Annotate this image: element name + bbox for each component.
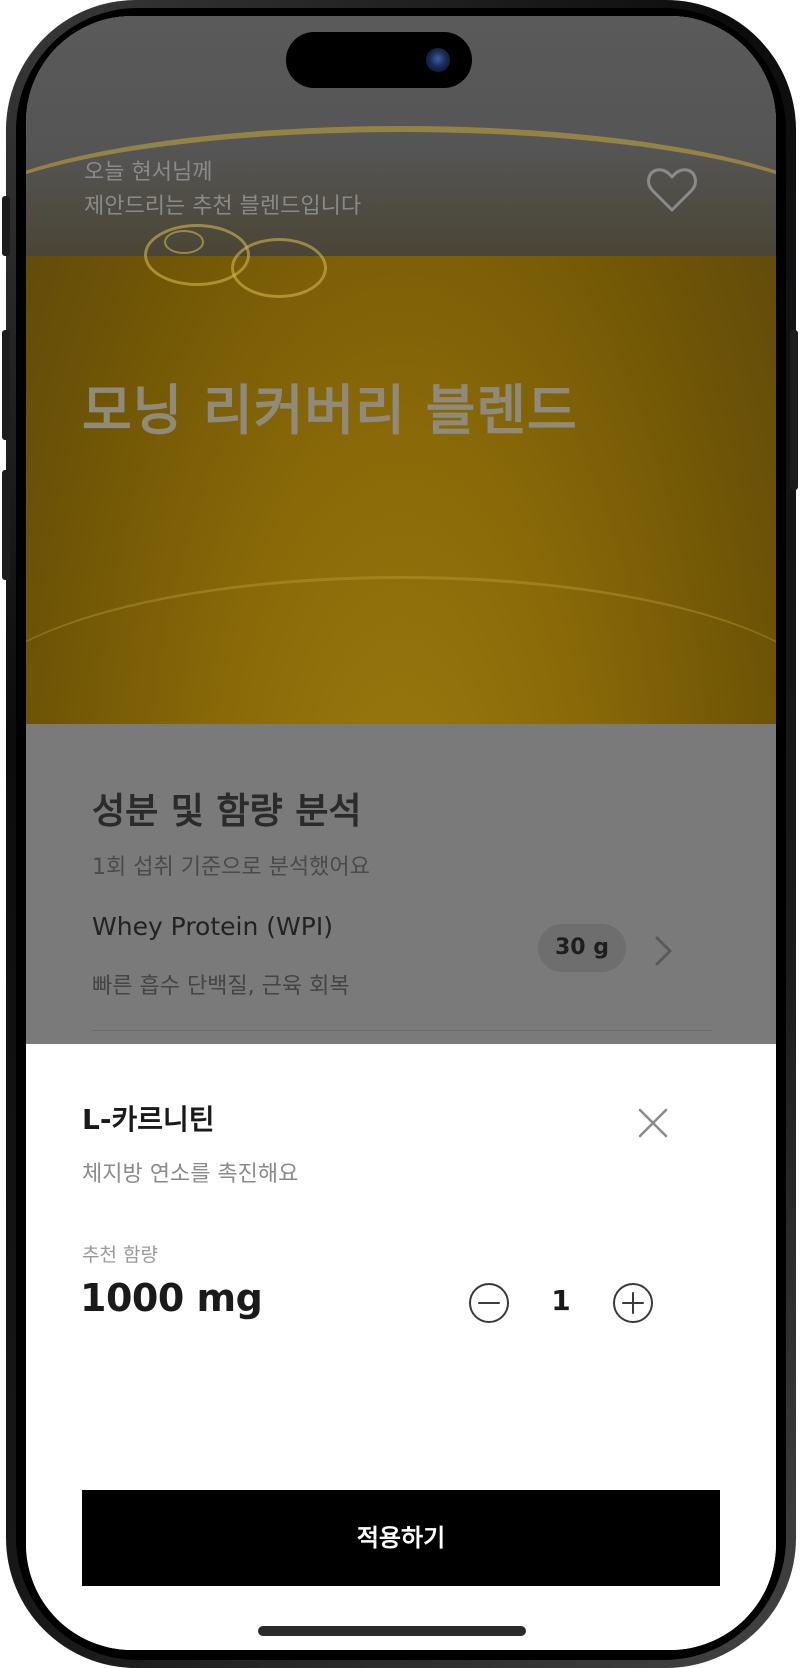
hero-bubble (164, 230, 204, 254)
apply-button[interactable]: 적용하기 (82, 1490, 720, 1586)
section-subtitle: 1회 섭취 기준으로 분석했어요 (92, 855, 370, 880)
divider (92, 1030, 712, 1031)
side-button (2, 196, 10, 256)
ingredient-name: Whey Protein (WPI) (92, 912, 333, 941)
hero-subtitle-line: 오늘 현서님께 (84, 160, 213, 185)
close-icon[interactable] (636, 1106, 670, 1140)
minus-icon[interactable] (468, 1282, 510, 1324)
hero-glass-rim (26, 576, 776, 724)
recommended-dose-value: 1000 mg (80, 1276, 263, 1320)
hero-subtitle-line: 제안드리는 추천 블렌드입니다 (84, 194, 362, 219)
quantity-value: 1 (551, 1284, 571, 1317)
dynamic-island (286, 32, 472, 88)
app-screen: 오늘 현서님께 제안드리는 추천 블렌드입니다 모닝 리커버리 블렌드 성분 및… (26, 16, 776, 1650)
camera-icon (426, 48, 450, 72)
plus-icon[interactable] (612, 1282, 654, 1324)
sheet-description: 체지방 연소를 촉진해요 (82, 1162, 299, 1187)
side-button (790, 330, 798, 490)
hero-bubble (231, 238, 327, 298)
side-button (2, 470, 10, 580)
recommended-dose-label: 추천 함량 (82, 1244, 158, 1266)
hero-banner: 오늘 현서님께 제안드리는 추천 블렌드입니다 모닝 리커버리 블렌드 (26, 16, 776, 724)
blend-title: 모닝 리커버리 블렌드 (82, 379, 578, 442)
bottom-sheet: L-카르니틴 체지방 연소를 촉진해요 추천 함량 1000 mg 1 적용하기 (26, 1044, 776, 1650)
side-button (2, 330, 10, 440)
home-indicator (258, 1626, 526, 1636)
ingredient-analysis-section: 성분 및 함량 분석 1회 섭취 기준으로 분석했어요 Whey Protein… (26, 724, 776, 1044)
section-title: 성분 및 함량 분석 (92, 791, 362, 832)
ingredient-description: 빠른 흡수 단백질, 근육 회복 (92, 974, 350, 999)
chevron-right-icon[interactable] (648, 934, 678, 968)
ingredient-amount-badge: 30 g (538, 924, 626, 972)
hero-subtitle: 오늘 현서님께 제안드리는 추천 블렌드입니다 (84, 156, 361, 224)
sheet-title: L-카르니틴 (82, 1103, 215, 1136)
heart-icon[interactable] (646, 166, 698, 214)
